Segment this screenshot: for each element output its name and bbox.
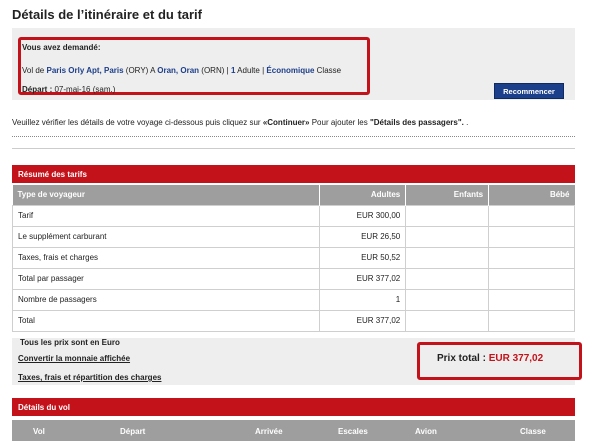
currency-note: Tous les prix sont en Euro	[20, 338, 120, 347]
departure-date: 07-mai-16 (sam.)	[54, 85, 116, 94]
departure-label: Départ :	[22, 85, 53, 94]
cell-adults: EUR 26,50	[319, 225, 407, 248]
cell-adults: 1	[319, 288, 407, 311]
cell-infants	[488, 246, 575, 269]
cell-adults: EUR 300,00	[319, 204, 407, 227]
col-children: Enfants	[405, 185, 489, 205]
instruction-after: .	[466, 118, 469, 127]
total-label: Prix total :	[437, 353, 486, 364]
instruction-middle: Pour ajouter les	[311, 118, 368, 127]
col-traveler-type: Type de voyageur	[12, 185, 320, 205]
table-row: Taxes, frais et charges EUR 50,52	[11, 246, 575, 269]
cell-children	[405, 225, 490, 248]
flight-section-header: Détails du vol	[12, 398, 575, 416]
fares-footer: Tous les prix sont en Euro Convertir la …	[12, 338, 582, 385]
instruction-passenger-details: "Détails des passagers".	[369, 118, 464, 127]
fares-section-header: Résumé des tarifs	[12, 165, 575, 183]
convert-currency-link[interactable]: Convertir la monnaie affichée	[18, 354, 130, 363]
cell-infants	[488, 288, 575, 311]
table-row: Tarif EUR 300,00	[11, 204, 575, 227]
cell-adults: EUR 50,52	[319, 246, 407, 269]
row-label: Tarif	[11, 204, 321, 227]
col-class: Classe	[520, 427, 546, 436]
row-label: Le supplément carburant	[11, 225, 321, 248]
table-row: Total par passager EUR 377,02	[11, 267, 575, 290]
table-row: Nombre de passagers 1	[11, 288, 575, 311]
fares-table: Type de voyageur Adultes Enfants Bébé Ta…	[11, 185, 575, 332]
cell-adults: EUR 377,02	[319, 309, 407, 332]
col-stops: Escales	[338, 427, 368, 436]
instruction-text: Veuillez vérifier les détails de votre v…	[12, 118, 468, 127]
total-amount: EUR 377,02	[488, 353, 544, 364]
solid-divider	[12, 148, 575, 149]
destination-link[interactable]: Oran, Oran	[157, 66, 199, 75]
instruction-continue: «Continuer»	[262, 118, 310, 127]
cell-infants	[488, 267, 575, 290]
instruction-before: Veuillez vérifier les détails de votre v…	[12, 118, 261, 127]
request-departure-line: Départ : 07-mai-16 (sam.)	[22, 85, 115, 94]
row-label: Total par passager	[11, 267, 321, 290]
origin-code: (ORY)	[125, 66, 149, 75]
cell-children	[405, 288, 490, 311]
page-title: Détails de l’itinéraire et du tarif	[12, 7, 202, 22]
cell-children	[405, 246, 490, 269]
cell-infants	[488, 225, 575, 248]
taxes-breakdown-link[interactable]: Taxes, frais et répartition des charges	[18, 373, 161, 382]
cabin-suffix: Classe	[316, 66, 342, 75]
col-departure: Départ	[120, 427, 146, 436]
separator: |	[226, 66, 229, 75]
restart-button[interactable]: Recommencer	[494, 83, 564, 99]
cell-infants	[488, 204, 575, 227]
origin-link[interactable]: Paris Orly Apt, Paris	[46, 66, 123, 75]
col-arrival: Arrivée	[255, 427, 283, 436]
passenger-label: Adulte	[237, 66, 260, 75]
cell-children	[405, 309, 490, 332]
cabin-link[interactable]: Économique	[266, 66, 314, 75]
table-row: Total EUR 377,02	[11, 309, 575, 332]
cell-children	[405, 267, 490, 290]
separator: |	[262, 66, 265, 75]
row-label: Nombre de passagers	[11, 288, 321, 311]
col-flight: Vol	[33, 427, 45, 436]
passenger-count[interactable]: 1	[231, 66, 235, 75]
table-row: Le supplément carburant EUR 26,50	[11, 225, 575, 248]
cell-adults: EUR 377,02	[319, 267, 407, 290]
flight-header-row: Vol Départ Arrivée Escales Avion Classe	[12, 420, 575, 441]
cell-infants	[488, 309, 575, 332]
request-summary: Vous avez demandé: Vol de Paris Orly Apt…	[12, 28, 575, 100]
dotted-divider	[12, 136, 575, 137]
destination-code: (ORN)	[201, 66, 225, 75]
row-label: Taxes, frais et charges	[11, 246, 321, 269]
fares-header-row: Type de voyageur Adultes Enfants Bébé	[12, 185, 575, 205]
request-heading: Vous avez demandé:	[22, 43, 101, 52]
row-label: Total	[11, 309, 321, 332]
to-word: A	[150, 66, 156, 75]
request-route-line: Vol de Paris Orly Apt, Paris (ORY) A Ora…	[22, 66, 341, 75]
cell-children	[405, 204, 490, 227]
col-aircraft: Avion	[415, 427, 437, 436]
col-adults: Adultes	[319, 185, 406, 205]
total-price: Prix total : EUR 377,02	[437, 353, 543, 364]
route-prefix: Vol de	[22, 66, 45, 75]
col-infants: Bébé	[488, 185, 575, 205]
